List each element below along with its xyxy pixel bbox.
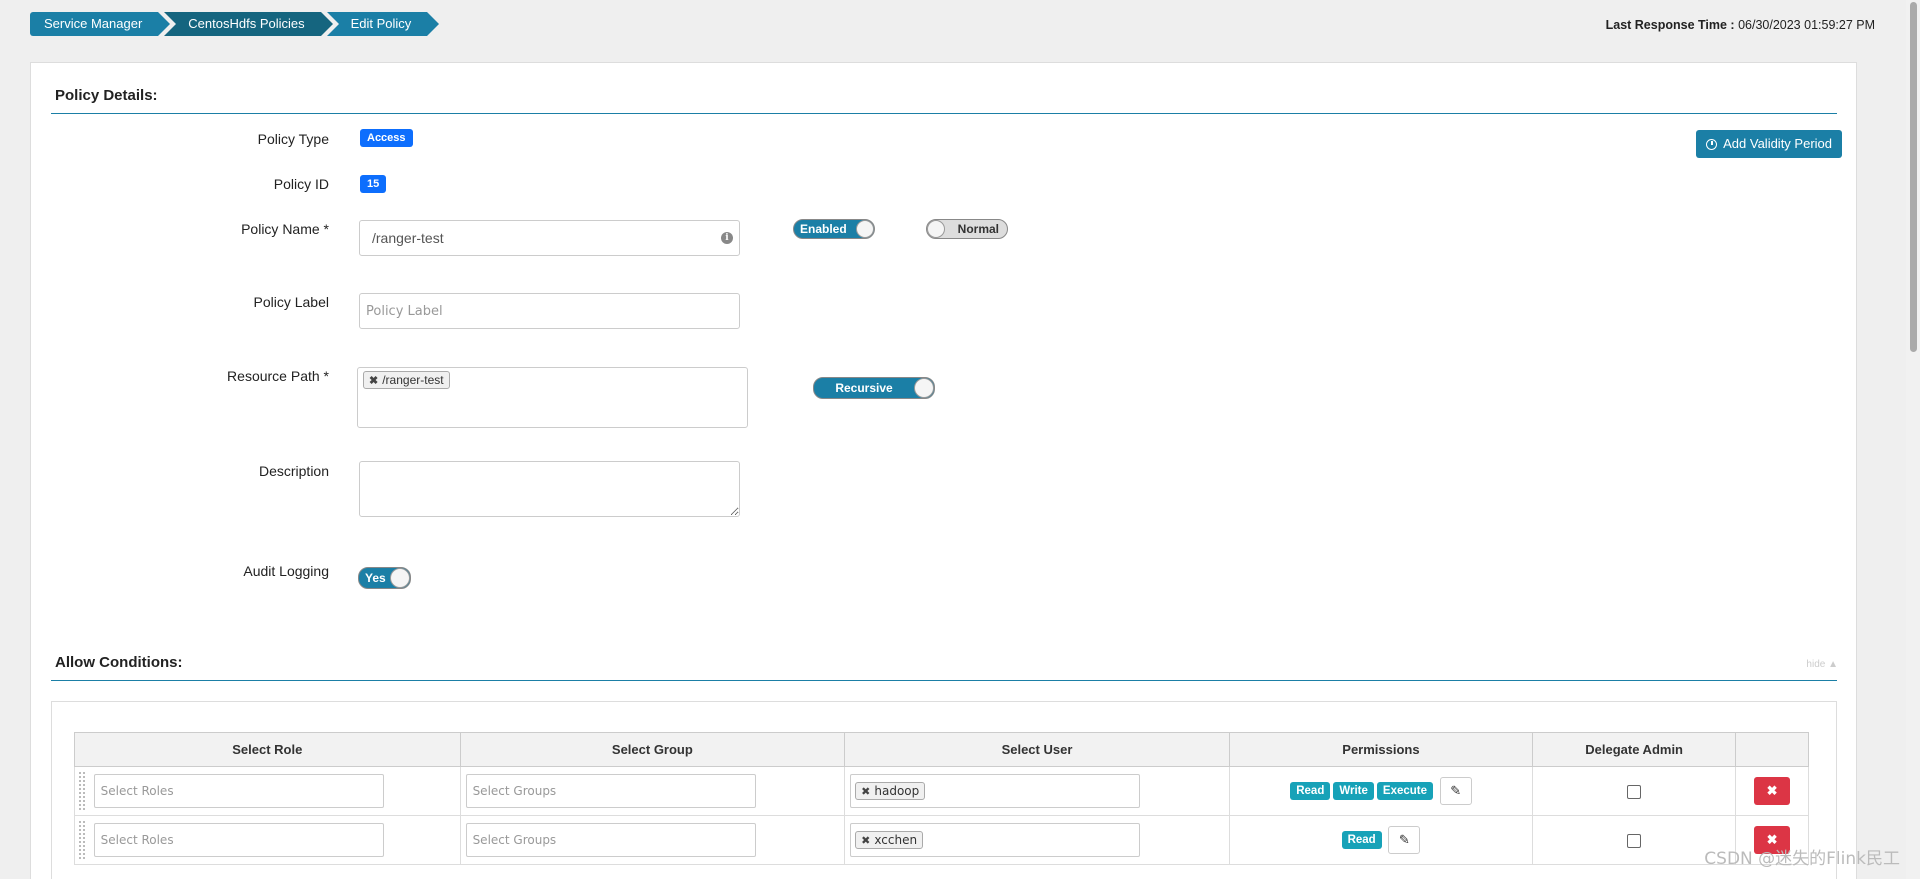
- allow-conditions-box: Select Role Select Group Select User Per…: [51, 701, 1837, 879]
- select-roles-input[interactable]: Select Roles: [93, 774, 384, 808]
- user-cell: ✖ xcchen: [844, 815, 1230, 865]
- column-header: Delegate Admin: [1532, 732, 1737, 767]
- breadcrumb: Service Manager CentosHdfs Policies Edit…: [30, 12, 439, 36]
- select-users-input[interactable]: ✖ xcchen: [850, 823, 1141, 857]
- group-cell: Select Groups: [459, 766, 846, 816]
- enabled-toggle[interactable]: Enabled: [793, 219, 875, 239]
- last-response-time: Last Response Time : 06/30/2023 01:59:27…: [1606, 18, 1875, 32]
- drag-handle-icon[interactable]: [79, 821, 85, 859]
- policy-type-label: Policy Type: [257, 131, 329, 147]
- policy-name-value: /ranger-test: [372, 230, 444, 246]
- recursive-toggle[interactable]: Recursive: [813, 377, 935, 399]
- delegate-admin-cell: [1532, 766, 1737, 816]
- permissions-cell: Read Write Execute ✎: [1228, 766, 1534, 816]
- hide-link[interactable]: hide ▲: [1806, 659, 1838, 670]
- delete-cell: ✖: [1735, 766, 1809, 816]
- resource-path-label: Resource Path *: [227, 368, 329, 384]
- permission-write: Write: [1333, 782, 1374, 801]
- drag-handle-icon[interactable]: [79, 772, 85, 810]
- recursive-toggle-label: Recursive: [835, 381, 893, 395]
- table-header-row: Select Role Select Group Select User Per…: [74, 732, 1809, 767]
- user-tag: ✖ hadoop: [855, 782, 926, 800]
- policy-id-label: Policy ID: [273, 176, 329, 192]
- last-response-value: 06/30/2023 01:59:27 PM: [1738, 18, 1875, 32]
- select-groups-input[interactable]: Select Groups: [465, 823, 756, 857]
- policy-name-label: Policy Name *: [241, 221, 329, 237]
- resource-path-tag: ✖ /ranger-test: [363, 371, 450, 389]
- select-roles-input[interactable]: Select Roles: [93, 823, 384, 857]
- scrollbar-thumb[interactable]: [1910, 2, 1917, 352]
- policy-id-badge: 15: [360, 175, 387, 193]
- toggle-knob: [856, 220, 874, 238]
- audit-logging-label: Audit Logging: [243, 563, 329, 579]
- toggle-knob: [927, 220, 945, 238]
- breadcrumb-edit-policy[interactable]: Edit Policy: [326, 12, 439, 36]
- delegate-admin-checkbox[interactable]: [1627, 833, 1642, 848]
- column-header: Select Group: [459, 732, 846, 767]
- role-cell: Select Roles: [74, 766, 461, 816]
- user-tag-label: hadoop: [874, 784, 920, 798]
- add-validity-period-button[interactable]: Add Validity Period: [1696, 130, 1842, 158]
- delegate-admin-checkbox[interactable]: [1627, 784, 1642, 799]
- info-icon[interactable]: i: [721, 232, 733, 244]
- group-cell: Select Groups: [459, 815, 846, 865]
- top-bar: Service Manager CentosHdfs Policies Edit…: [0, 0, 1920, 62]
- user-tag-label: xcchen: [874, 833, 918, 847]
- policy-name-input[interactable]: /ranger-test i: [359, 220, 740, 256]
- breadcrumb-policies[interactable]: CentosHdfs Policies: [164, 12, 333, 36]
- user-cell: ✖ hadoop: [844, 766, 1230, 816]
- add-validity-label: Add Validity Period: [1723, 136, 1832, 151]
- section-divider: [51, 680, 1837, 681]
- audit-logging-toggle[interactable]: Yes: [358, 567, 411, 589]
- policy-label-input[interactable]: Policy Label: [359, 293, 740, 329]
- normal-toggle-label: Normal: [957, 222, 999, 236]
- policy-panel: Policy Details: Add Validity Period Poli…: [30, 62, 1857, 879]
- watermark: CSDN @迷失的Flink民工: [1704, 849, 1900, 869]
- column-header: [1735, 732, 1809, 767]
- enabled-toggle-label: Enabled: [800, 222, 847, 236]
- resource-path-tag-label: /ranger-test: [382, 373, 444, 387]
- column-header: Select User: [844, 732, 1230, 767]
- section-divider: [51, 113, 1837, 114]
- description-textarea[interactable]: [359, 461, 740, 517]
- delete-row-button[interactable]: ✖: [1754, 777, 1791, 805]
- clock-icon: [1706, 138, 1718, 150]
- policy-type-badge: Access: [360, 129, 413, 147]
- allow-conditions-table: Select Role Select Group Select User Per…: [74, 732, 1809, 865]
- select-users-input[interactable]: ✖ hadoop: [850, 774, 1141, 808]
- table-row: Select Roles Select Groups ✖ hadoop Read W…: [74, 766, 1809, 816]
- select-groups-input[interactable]: Select Groups: [465, 774, 756, 808]
- permission-read: Read: [1341, 831, 1382, 850]
- permission-execute: Execute: [1376, 782, 1434, 801]
- column-header: Permissions: [1228, 732, 1534, 767]
- column-header: Select Role: [74, 732, 461, 767]
- policy-label-label: Policy Label: [253, 294, 330, 310]
- normal-toggle[interactable]: Normal: [926, 219, 1008, 239]
- edit-permissions-pencil-icon[interactable]: ✎: [1439, 777, 1472, 805]
- resource-path-input[interactable]: ✖ /ranger-test: [357, 367, 748, 428]
- user-tag: ✖ xcchen: [855, 831, 924, 849]
- role-cell: Select Roles: [74, 815, 461, 865]
- policy-details-title: Policy Details:: [55, 87, 158, 104]
- vertical-scrollbar[interactable]: [1906, 0, 1920, 879]
- table-row: Select Roles Select Groups ✖ xcchen Read …: [74, 815, 1809, 865]
- permission-read: Read: [1290, 782, 1331, 801]
- remove-tag-icon[interactable]: ✖: [369, 374, 378, 387]
- edit-permissions-pencil-icon[interactable]: ✎: [1388, 826, 1421, 854]
- last-response-label: Last Response Time :: [1605, 18, 1735, 32]
- permissions-cell: Read ✎: [1228, 815, 1534, 865]
- toggle-knob: [914, 378, 934, 398]
- remove-tag-icon[interactable]: ✖: [861, 785, 870, 798]
- remove-tag-icon[interactable]: ✖: [861, 834, 870, 847]
- allow-conditions-title: Allow Conditions:: [55, 654, 183, 671]
- toggle-knob: [390, 568, 410, 588]
- audit-toggle-label: Yes: [365, 571, 386, 585]
- description-label: Description: [258, 463, 329, 479]
- breadcrumb-service-manager[interactable]: Service Manager: [30, 12, 171, 36]
